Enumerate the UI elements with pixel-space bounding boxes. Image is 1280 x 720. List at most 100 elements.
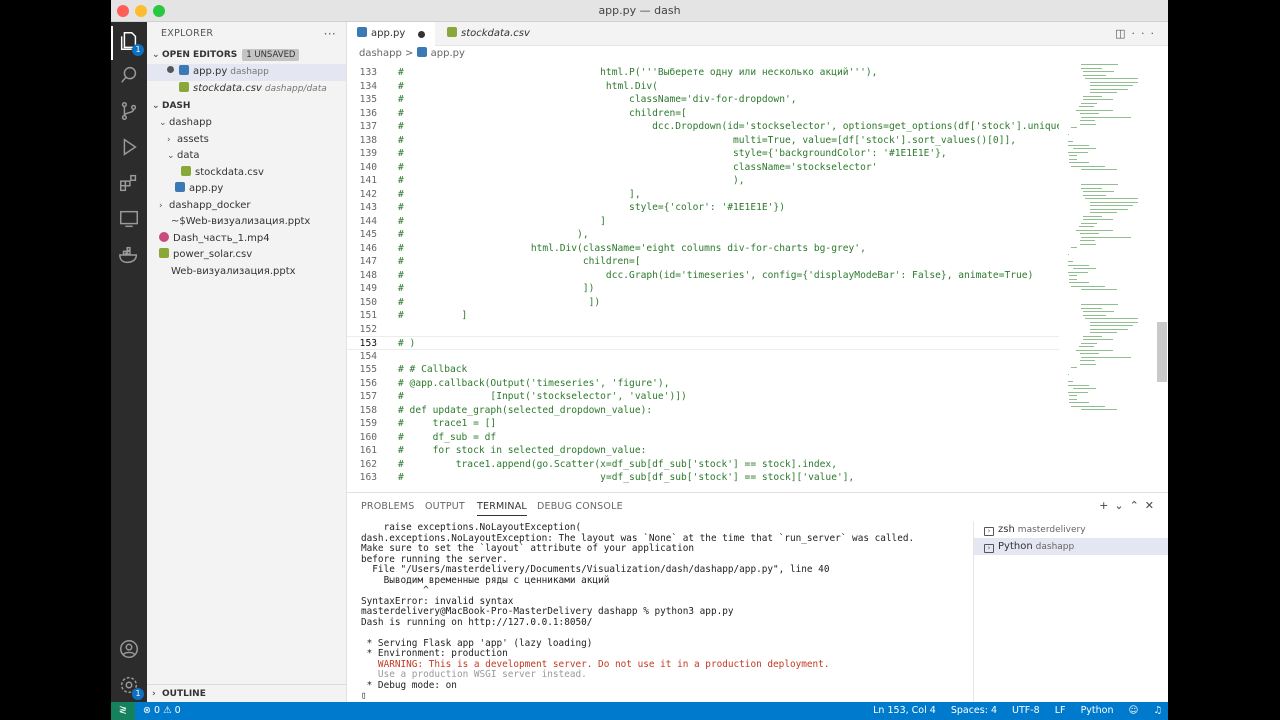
open-editor-stockdata-csv[interactable]: stockdata.csv dashapp/data (147, 81, 346, 98)
code-line[interactable]: 152 (347, 323, 1059, 337)
code-line[interactable]: 154 (347, 350, 1059, 364)
code-line[interactable]: 143 # style={'color': '#1E1E1E'}) (347, 201, 1059, 215)
docker-icon[interactable] (118, 244, 140, 266)
code-text: # children=[ (398, 256, 641, 267)
tree-file-app-py[interactable]: app.py (147, 181, 346, 198)
more-actions-icon[interactable]: ··· (1132, 27, 1161, 40)
code-line[interactable]: 140 # className='stockselector' (347, 161, 1059, 175)
code-line[interactable]: 153 # ) (347, 336, 1059, 350)
code-line[interactable]: 146 # html.Div(className='eight columns d… (347, 242, 1059, 256)
line-ending[interactable]: LF (1055, 705, 1066, 716)
code-line[interactable]: 160 # df_sub = df (347, 431, 1059, 445)
tab-terminal[interactable]: TERMINAL (477, 501, 527, 516)
cursor-position[interactable]: Ln 153, Col 4 (873, 705, 936, 716)
code-line[interactable]: 163 # y=df_sub[df_sub['stock'] == stock][… (347, 471, 1059, 485)
minimap-line (1083, 194, 1106, 196)
close-panel-icon[interactable]: ✕ (1145, 499, 1160, 512)
code-line[interactable]: 144 # ] (347, 215, 1059, 229)
outline-section[interactable]: › OUTLINE (147, 684, 347, 702)
source-control-icon[interactable] (118, 100, 140, 122)
breadcrumb-file[interactable]: app.py (431, 48, 465, 59)
settings-gear-icon[interactable]: 1 (118, 674, 144, 700)
code-line[interactable]: 156 # @app.callback(Output('timeseries', … (347, 377, 1059, 391)
tree-label: dashapp_docker (169, 199, 251, 211)
terminal-item-zsh[interactable]: › zsh masterdelivery (974, 521, 1168, 538)
minimap-line (1079, 113, 1099, 114)
remote-indicator-icon[interactable]: ≷ (111, 702, 135, 720)
code-line[interactable]: 162 # trace1.append(go.Scatter(x=df_sub[d… (347, 458, 1059, 472)
warnings-count[interactable]: ⚠ 0 (163, 705, 181, 716)
tree-file-mp4[interactable]: Dash_часть_1.mp4 (147, 231, 346, 248)
open-editors-section[interactable]: ⌄ OPEN EDITORS 1 UNSAVED (147, 46, 346, 64)
code-line[interactable]: 155 # # Callback (347, 363, 1059, 377)
extensions-icon[interactable] (118, 172, 140, 194)
tab-app-py[interactable]: app.py (347, 22, 435, 46)
minimap-line (1081, 342, 1098, 344)
code-line[interactable]: 157 # [Input('stockselector', 'value')]) (347, 390, 1059, 404)
chevron-right-icon: › (167, 134, 171, 145)
split-editor-icon[interactable]: ◫ (1115, 27, 1131, 40)
terminal-item-python[interactable]: › Python dashapp (974, 538, 1168, 555)
remote-explorer-icon[interactable] (118, 208, 140, 230)
code-line[interactable]: 151 # ] (347, 309, 1059, 323)
terminal-icon: › (984, 544, 994, 553)
code-line[interactable]: 148 # dcc.Graph(id='timeseries', config={… (347, 269, 1059, 283)
chevron-down-icon[interactable]: ⌄ (1114, 499, 1129, 512)
terminal-cwd: masterdelivery (1017, 525, 1086, 535)
code-line[interactable]: 149 # ]) (347, 282, 1059, 296)
code-line[interactable]: 161 # for stock in selected_dropdown_valu… (347, 444, 1059, 458)
code-line[interactable]: 133 # html.P('''Выберете одну или несколь… (347, 66, 1059, 80)
code-line[interactable]: 150 # ]) (347, 296, 1059, 310)
code-line[interactable]: 147 # children=[ (347, 255, 1059, 269)
more-actions-icon[interactable]: ··· (324, 22, 336, 46)
tab-problems[interactable]: PROBLEMS (361, 501, 414, 512)
code-editor[interactable]: 133 # html.P('''Выберете одну или несколь… (347, 64, 1059, 492)
tree-folder-dashapp-docker[interactable]: › dashapp_docker (147, 198, 346, 215)
breadcrumb-folder[interactable]: dashapp (359, 48, 402, 59)
new-terminal-icon[interactable]: + (1099, 499, 1114, 512)
code-line[interactable]: 139 # style={'backgroundColor': '#1E1E1E'… (347, 147, 1059, 161)
tree-file-stockdata-csv[interactable]: stockdata.csv (147, 165, 346, 182)
code-line[interactable]: 145 # ), (347, 228, 1059, 242)
editor-scrollbar[interactable] (1157, 322, 1167, 382)
explorer-icon[interactable]: 1 (118, 30, 144, 56)
maximize-panel-icon[interactable]: ⌃ (1130, 499, 1145, 512)
terminal-line: Make sure to set the `layout` attribute … (361, 543, 695, 554)
run-debug-icon[interactable] (118, 136, 140, 158)
minimap-line (1081, 289, 1117, 290)
tree-file-power-solar-csv[interactable]: power_solar.csv (147, 247, 346, 264)
code-line[interactable]: 136 # children=[ (347, 107, 1059, 121)
unsaved-dot-icon[interactable] (418, 31, 425, 38)
tab-stockdata-csv[interactable]: stockdata.csv (437, 22, 537, 46)
search-icon[interactable] (118, 64, 140, 86)
code-line[interactable]: 135 # className='div-for-dropdown', (347, 93, 1059, 107)
feedback-icon[interactable]: ☺ (1129, 705, 1139, 716)
encoding[interactable]: UTF-8 (1012, 705, 1040, 716)
tab-debug-console[interactable]: DEBUG CONSOLE (537, 501, 623, 512)
code-line[interactable]: 141 # ), (347, 174, 1059, 188)
tree-folder-assets[interactable]: › assets (147, 132, 346, 149)
code-text: # ] (398, 310, 468, 321)
errors-count[interactable]: ⊗ 0 (143, 705, 160, 716)
language-mode[interactable]: Python (1081, 705, 1114, 716)
terminal-output[interactable]: raise exceptions.NoLayoutException(dash.… (361, 522, 971, 703)
folder-section-dash[interactable]: ⌄ DASH (147, 97, 346, 115)
terminal-line: * Debug mode: on (361, 679, 457, 691)
code-line[interactable]: 134 # html.Div( (347, 80, 1059, 94)
indentation[interactable]: Spaces: 4 (951, 705, 997, 716)
open-editor-app-py[interactable]: app.py dashapp (147, 64, 346, 81)
code-line[interactable]: 137 # dcc.Dropdown(id='stockselector', op… (347, 120, 1059, 134)
minimap[interactable] (1067, 64, 1147, 492)
minimap-line (1067, 384, 1089, 386)
tree-file-temp-pptx[interactable]: ~$Web-визуализация.pptx (147, 214, 346, 231)
tree-folder-dashapp[interactable]: ⌄ dashapp (147, 115, 346, 132)
tree-file-pptx[interactable]: Web-визуализация.pptx (147, 264, 346, 281)
code-line[interactable]: 142 # ], (347, 188, 1059, 202)
notifications-bell-icon[interactable]: ♫ (1153, 705, 1162, 716)
account-icon[interactable] (118, 638, 140, 660)
code-line[interactable]: 138 # multi=True, value=[df['stock'].sort… (347, 134, 1059, 148)
tree-folder-data[interactable]: ⌄ data (147, 148, 346, 165)
code-line[interactable]: 159 # trace1 = [] (347, 417, 1059, 431)
tab-output[interactable]: OUTPUT (425, 501, 465, 512)
code-line[interactable]: 158 # def update_graph(selected_dropdown_… (347, 404, 1059, 418)
